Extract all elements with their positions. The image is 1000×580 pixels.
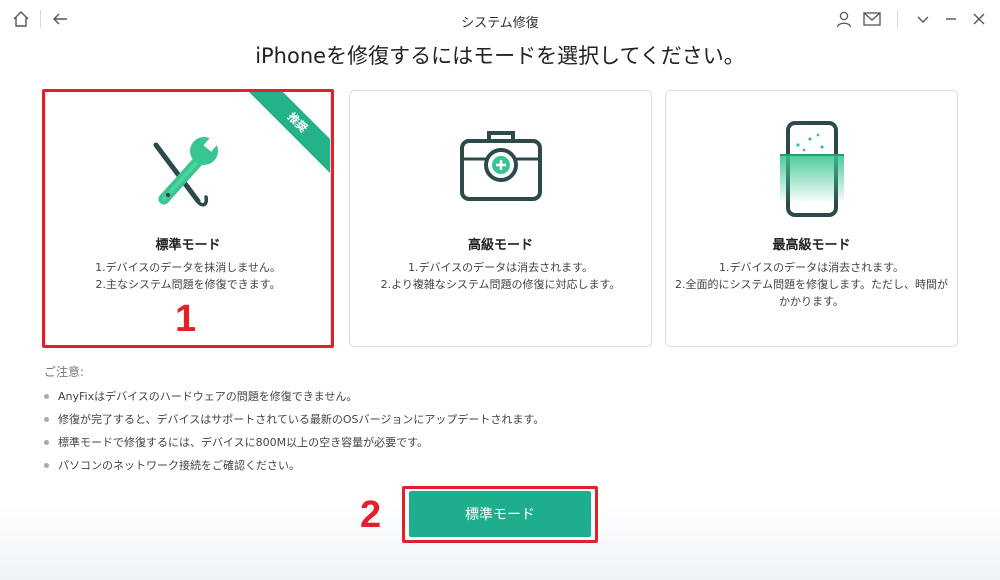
page-heading: iPhoneを修復するにはモードを選択してください。 (255, 44, 745, 68)
notes-title: ご注意: (44, 365, 85, 379)
description-line: 2.全面的にシステム問題を修復します。ただし、時間が (674, 278, 949, 291)
description-line: 1.デバイスのデータは消去されます。 (718, 261, 905, 274)
notes-list: AnyFixはデバイスのハードウェアの問題を修復できません。 修復が完了すると、… (44, 389, 544, 481)
description-line: 1.デバイスのデータは消去されます。 (407, 261, 594, 274)
title-divider-right (897, 10, 898, 28)
minimize-icon[interactable] (940, 8, 962, 30)
description-line: 2.より複雑なシステム問題の修復に対応します。 (380, 278, 621, 291)
description-line: かかります。 (779, 295, 844, 308)
note-item: AnyFixはデバイスのハードウェアの問題を修復できません。 (44, 389, 544, 412)
toolbox-icon (459, 131, 542, 201)
note-item: 修復が完了すると、デバイスはサポートされている最新のOSバージョンにアップデート… (44, 412, 544, 435)
step2-highlight-box (402, 486, 598, 543)
ultimate-mode-title: 最高級モード (772, 238, 851, 253)
account-icon[interactable] (833, 8, 855, 30)
close-icon[interactable] (968, 8, 990, 30)
title-bar: システム修復 (0, 0, 1000, 38)
step2-number: 2 (360, 494, 382, 536)
note-item: パソコンのネットワーク接続をご確認ください。 (44, 458, 544, 481)
mail-icon[interactable] (861, 8, 883, 30)
step1-number: 1 (175, 298, 197, 340)
ultimate-mode-card[interactable]: 最高級モード 1.デバイスのデータは消去されます。 2.全面的にシステム問題を修… (665, 90, 958, 347)
advanced-mode-description: 1.デバイスのデータは消去されます。 2.より複雑なシステム問題の修復に対応しま… (350, 259, 651, 293)
phone-scan-icon (779, 121, 844, 217)
advanced-mode-title: 高級モード (467, 238, 533, 253)
ultimate-mode-description: 1.デバイスのデータは消去されます。 2.全面的にシステム問題を修復します。ただ… (666, 259, 957, 310)
note-item: 標準モードで修復するには、デバイスに800M以上の空き容量が必要です。 (44, 435, 544, 458)
advanced-mode-card[interactable]: 高級モード 1.デバイスのデータは消去されます。 2.より複雑なシステム問題の修… (349, 90, 652, 347)
chevron-down-icon[interactable] (912, 8, 934, 30)
